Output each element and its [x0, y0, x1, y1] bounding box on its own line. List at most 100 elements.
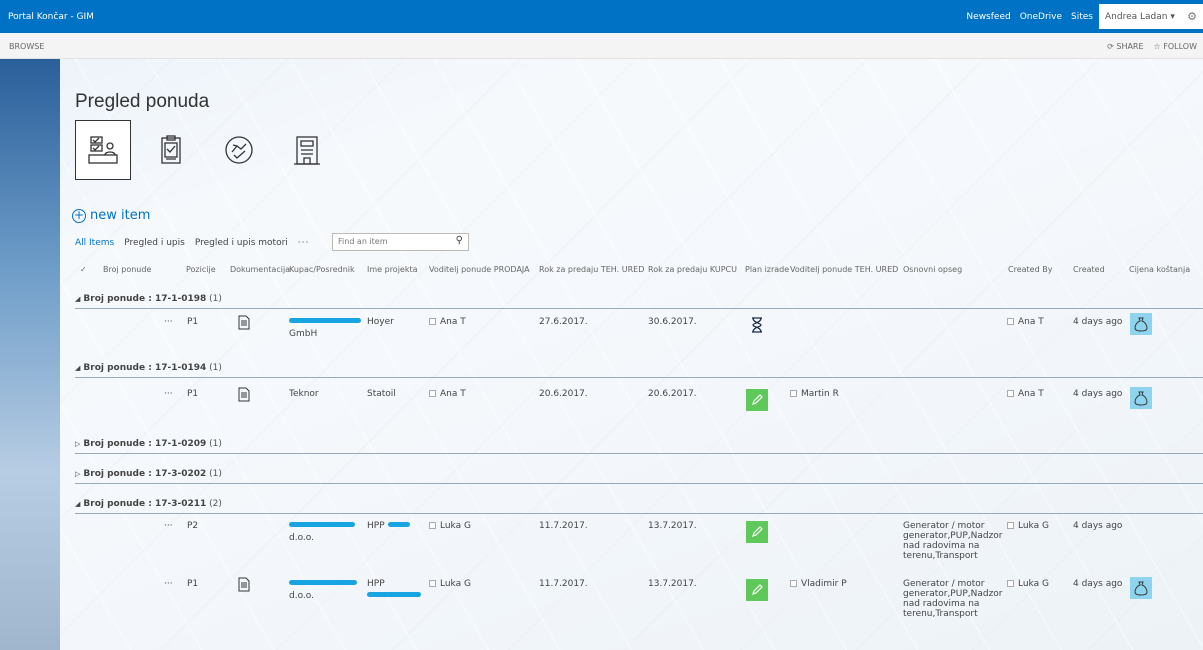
tile-desk-checklist[interactable] [75, 120, 131, 180]
group-label: Broj ponude : 17-3-0202 [83, 469, 207, 479]
col-plan-izrade[interactable]: Plan izrade [745, 265, 789, 274]
cell-rok-teh: 11.7.2017. [539, 579, 588, 589]
cell-created-by: Ana T [1007, 389, 1044, 399]
plus-circle-icon: + [72, 207, 86, 223]
newsfeed-link[interactable]: Newsfeed [966, 12, 1010, 22]
share-label: SHARE [1116, 42, 1144, 51]
table-row[interactable]: ··· P2 d.o.o. HPP Luka G 11.7.2017. 13.7… [75, 521, 1203, 573]
money-bag-icon[interactable] [1130, 313, 1152, 335]
cell-rok-kupcu: 20.6.2017. [648, 389, 697, 399]
pencil-icon[interactable] [746, 521, 768, 543]
view-pregled-i-upis[interactable]: Pregled i upis [124, 238, 185, 248]
col-cijena[interactable]: Cijena koštanja [1129, 265, 1190, 274]
col-pozicije[interactable]: Pozicije [186, 265, 216, 274]
cell-created: 4 days ago [1073, 389, 1123, 399]
table-row[interactable]: ··· P1 GmbH Hoyer Ana T 27.6.2017. 30.6.… [75, 313, 1203, 357]
sites-link[interactable]: Sites [1071, 12, 1093, 22]
redacted-text [289, 317, 361, 327]
money-bag-icon[interactable] [1130, 387, 1152, 409]
cell-voditelj-teh: Vladimir P [790, 579, 847, 589]
cell-rok-teh: 20.6.2017. [539, 389, 588, 399]
search-input[interactable]: Find an item ⚲ [332, 233, 469, 251]
search-placeholder: Find an item [338, 237, 388, 246]
cell-kupac: GmbH [289, 329, 318, 339]
item-menu-button[interactable]: ··· [164, 389, 173, 399]
expand-triangle-icon: ◢ [75, 295, 81, 303]
gear-icon[interactable]: ⚙ [1187, 10, 1197, 23]
follow-button[interactable]: ☆ FOLLOW [1154, 42, 1197, 51]
cell-projekt: Hoyer [367, 317, 394, 327]
page-title: Pregled ponuda [75, 91, 210, 112]
hourglass-icon [751, 317, 763, 336]
group-header[interactable]: ◢ Broj ponude : 17-1-0194 (1) [75, 363, 1203, 373]
col-dokumentacija[interactable]: Dokumentacija [230, 265, 290, 274]
select-all-check[interactable]: ✓ [80, 265, 87, 274]
money-bag-icon[interactable] [1130, 577, 1152, 599]
col-osnovni-opseg[interactable]: Osnovni opseg [903, 265, 962, 274]
browse-tab[interactable]: BROWSE [9, 42, 44, 51]
building-icon [294, 136, 320, 165]
tile-clipboard[interactable] [143, 120, 199, 180]
cell-voditelj: Luka G [429, 521, 471, 531]
col-voditelj-prodaja[interactable]: Voditelj ponude PRODAJA [429, 265, 530, 274]
pencil-icon[interactable] [746, 389, 768, 411]
group-label: Broj ponude : 17-1-0198 [83, 294, 207, 304]
col-voditelj-teh[interactable]: Voditelj ponude TEH. URED [790, 265, 898, 274]
document-icon[interactable] [238, 387, 250, 405]
col-created[interactable]: Created [1073, 265, 1105, 274]
view-selector: All Items Pregled i upis Pregled i upis … [75, 238, 309, 248]
group-header[interactable]: ◢ Broj ponude : 17-3-0211 (2) [75, 499, 1203, 509]
handshake-icon [225, 136, 253, 164]
follow-label: FOLLOW [1163, 42, 1197, 51]
cell-pozicije: P1 [187, 317, 199, 327]
more-views-button[interactable]: ··· [298, 238, 310, 248]
col-created-by[interactable]: Created By [1008, 265, 1052, 274]
search-icon[interactable]: ⚲ [456, 235, 463, 246]
onedrive-link[interactable]: OneDrive [1020, 12, 1062, 22]
share-button[interactable]: ⟳ SHARE [1107, 42, 1143, 51]
document-icon[interactable] [238, 577, 250, 595]
suite-bar: Portal Končar - GIM Newsfeed OneDrive Si… [0, 0, 1203, 33]
cell-voditelj-teh: Martin R [790, 389, 839, 399]
cell-pozicije: P1 [187, 579, 199, 589]
cell-projekt: HPP [367, 579, 385, 589]
group-header[interactable]: ▷ Broj ponude : 17-1-0209 (1) [75, 439, 1203, 449]
col-kupac[interactable]: Kupac/Posrednik [289, 265, 355, 274]
redacted-text [289, 521, 355, 531]
desk-checklist-icon [88, 136, 118, 164]
tile-building[interactable] [279, 120, 335, 180]
view-all-items[interactable]: All Items [75, 238, 114, 248]
item-menu-button[interactable]: ··· [164, 521, 173, 531]
ribbon: BROWSE ⟳ SHARE ☆ FOLLOW [0, 33, 1203, 59]
cell-kupac: d.o.o. [289, 533, 314, 543]
table-row[interactable]: ··· P1 Teknor Statoil Ana T 20.6.2017. 2… [75, 387, 1203, 429]
suite-links: Newsfeed OneDrive Sites [966, 12, 1093, 22]
tile-handshake[interactable] [211, 120, 267, 180]
cell-kupac: d.o.o. [289, 591, 314, 601]
document-icon[interactable] [238, 315, 250, 333]
item-menu-button[interactable]: ··· [164, 317, 173, 327]
group-header[interactable]: ▷ Broj ponude : 17-3-0202 (1) [75, 469, 1203, 479]
view-pregled-i-upis-motori[interactable]: Pregled i upis motori [195, 238, 288, 248]
col-rok-teh[interactable]: Rok za predaju TEH. URED [539, 265, 644, 274]
cell-osnovni-opseg: Generator / motor generator,PUP,Nadzor n… [903, 521, 1003, 561]
col-ime-projekta[interactable]: Ime projekta [367, 265, 418, 274]
col-rok-kupcu[interactable]: Rok za predaju KUPCU [648, 265, 737, 274]
redacted-text [367, 591, 421, 601]
group-label: Broj ponude : 17-1-0209 [83, 439, 207, 449]
user-menu[interactable]: Andrea Ladan ▾ ⚙ [1099, 4, 1203, 29]
site-brand-link[interactable]: Portal Končar - GIM [8, 12, 94, 22]
cell-kupac: Teknor [289, 389, 319, 399]
table-row[interactable]: ··· P1 d.o.o. HPP Luka G 11.7.2017. 13.7… [75, 577, 1203, 639]
new-item-button[interactable]: + new item [72, 208, 150, 223]
pencil-icon[interactable] [746, 579, 768, 601]
group-count: (1) [209, 469, 222, 479]
group-count: (1) [209, 294, 222, 304]
item-menu-button[interactable]: ··· [164, 579, 173, 589]
col-broj-ponude[interactable]: Broj ponude [103, 265, 151, 274]
cell-osnovni-opseg: Generator / motor generator,PUP,Nadzor n… [903, 579, 1003, 619]
chevron-down-icon: ▾ [1170, 12, 1175, 22]
cell-rok-teh: 27.6.2017. [539, 317, 588, 327]
cell-rok-kupcu: 13.7.2017. [648, 521, 697, 531]
group-header[interactable]: ◢ Broj ponude : 17-1-0198 (1) [75, 294, 1203, 304]
